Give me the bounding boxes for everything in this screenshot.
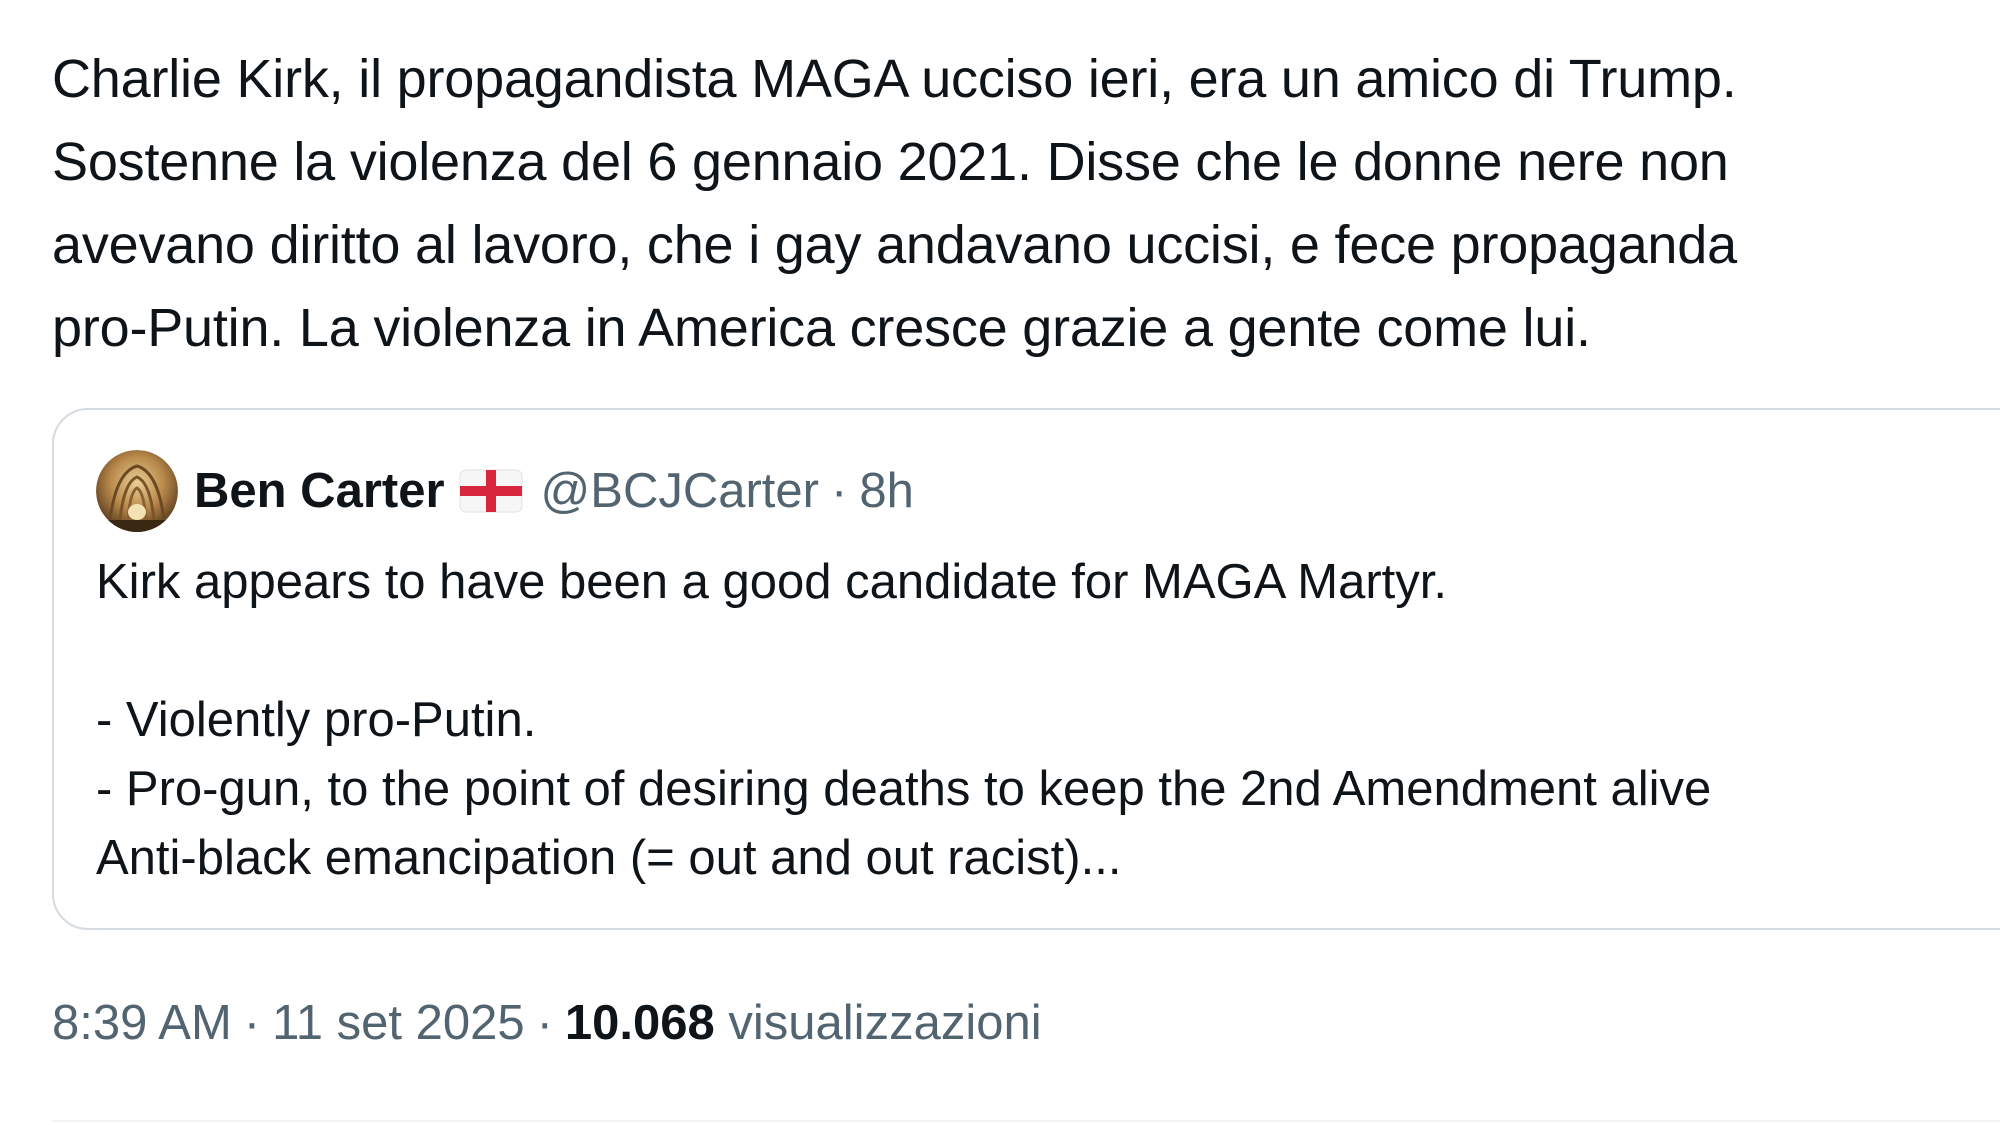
avatar-image: [96, 450, 178, 532]
tweet-text-line: Sostenne la violenza del 6 gennaio 2021.…: [52, 132, 1729, 192]
separator-dot: ·: [243, 996, 261, 1050]
separator-dot: ·: [536, 996, 553, 1050]
quoted-tweet-card[interactable]: Ben Carter @BCJCarter · 8h Kirk appears …: [52, 408, 2000, 930]
tweet-meta: 8:39 AM · 11 set 2025 · 10.068 visualizzazio…: [52, 995, 1042, 1051]
author-handle[interactable]: @BCJCarter: [541, 463, 819, 519]
quoted-tweet-body: Kirk appears to have been a good candida…: [96, 548, 1996, 893]
post-age[interactable]: 8h: [859, 463, 914, 519]
author-name[interactable]: Ben Carter: [194, 463, 445, 519]
tweet-text-line: pro-Putin. La violenza in America cresce…: [52, 298, 1591, 358]
separator-dot: ·: [830, 464, 848, 518]
tweet-text: Charlie Kirk, il propagandista MAGA ucci…: [52, 38, 1982, 370]
post-time[interactable]: 8:39 AM: [52, 996, 232, 1050]
quoted-tweet-line: [96, 617, 1996, 686]
divider: [52, 1120, 2000, 1122]
quoted-tweet-line: Kirk appears to have been a good candida…: [96, 555, 1447, 609]
views-count: 10.068: [564, 996, 715, 1050]
avatar[interactable]: [96, 450, 178, 532]
england-flag-icon: [459, 469, 523, 513]
quoted-tweet-header: Ben Carter @BCJCarter · 8h: [96, 450, 914, 532]
tweet-text-line: Charlie Kirk, il propagandista MAGA ucci…: [52, 49, 1737, 109]
quoted-tweet-line: - Violently pro-Putin.: [96, 693, 537, 747]
post-date[interactable]: 11 set 2025: [272, 996, 524, 1050]
quoted-tweet-line: Anti-black emancipation (= out and out r…: [96, 831, 1122, 885]
views-label: visualizzazioni: [728, 996, 1042, 1050]
tweet-text-line: avevano diritto al lavoro, che i gay and…: [52, 215, 1737, 275]
quoted-tweet-line: - Pro-gun, to the point of desiring deat…: [96, 762, 1712, 816]
